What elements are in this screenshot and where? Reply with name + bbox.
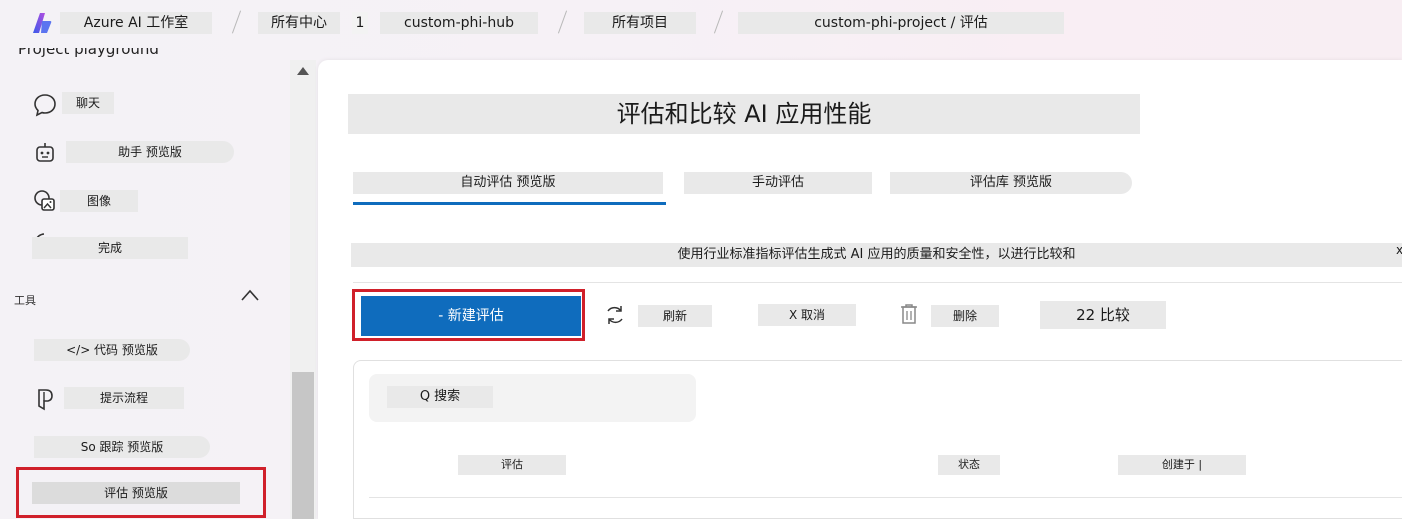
tab-manual-evaluation[interactable]: 手动评估 <box>684 172 872 194</box>
cancel-button[interactable]: X 取消 <box>758 304 856 326</box>
highlight-box-evaluation <box>16 467 266 518</box>
sidebar-item-code[interactable]: </> 代码 预览版 <box>0 330 270 370</box>
sidebar-item-label: So 跟踪 预览版 <box>34 436 210 458</box>
highlight-box-new-evaluation <box>352 289 585 341</box>
refresh-icon[interactable] <box>604 303 626 327</box>
column-header-created[interactable]: 创建于 | <box>1118 455 1246 475</box>
hub-count-badge: 1 <box>352 12 368 34</box>
evaluations-table: Q 搜索 评估 状态 创建于 | <box>353 360 1402 519</box>
sidebar-item-label: 图像 <box>60 190 138 212</box>
description-banner: 使用行业标准指标评估生成式 AI 应用的质量和安全性，以进行比较和 <box>351 243 1402 267</box>
refresh-button[interactable]: 刷新 <box>638 305 712 327</box>
delete-button[interactable]: 删除 <box>931 305 999 327</box>
search-input[interactable]: Q 搜索 <box>387 386 493 408</box>
sidebar-item-label: 聊天 <box>62 92 114 114</box>
breadcrumb-separator <box>557 10 568 34</box>
azure-ai-logo-icon <box>33 13 52 33</box>
page-title: 评估和比较 AI 应用性能 <box>348 94 1140 134</box>
sidebar-item-label: </> 代码 预览版 <box>34 339 190 361</box>
app-title[interactable]: Azure AI 工作室 <box>60 12 212 34</box>
table-header-divider <box>369 497 1402 498</box>
breadcrumb-all-hubs[interactable]: 所有中心 <box>258 12 340 34</box>
column-header-status[interactable]: 状态 <box>938 455 1000 475</box>
sidebar-item-label: 提示流程 <box>64 387 184 409</box>
scroll-up-arrow-icon[interactable] <box>297 67 309 75</box>
sidebar-item-prompt-flow[interactable]: 提示流程 <box>0 378 270 418</box>
sidebar-item-completions[interactable]: 完成 <box>0 228 270 268</box>
close-banner-icon[interactable]: x <box>1396 243 1402 257</box>
breadcrumb-separator <box>231 10 242 34</box>
chat-icon <box>34 94 56 117</box>
scrollbar-thumb[interactable] <box>292 372 314 519</box>
delete-trash-icon[interactable] <box>898 302 920 326</box>
breadcrumb-separator <box>713 10 724 34</box>
sidebar-heading-truncated: Project playground <box>18 48 159 58</box>
tools-section-label: 工具 <box>14 294 36 307</box>
breadcrumb-all-projects[interactable]: 所有项目 <box>584 12 696 34</box>
tab-evaluation-library[interactable]: 评估库 预览版 <box>890 172 1132 194</box>
breadcrumb-hub[interactable]: custom-phi-hub <box>380 12 538 34</box>
sidebar: Project playground 聊天 助手 预览版 图像 完成 工具 </… <box>0 48 290 519</box>
chevron-up-icon[interactable] <box>240 288 260 302</box>
column-header-evaluation[interactable]: 评估 <box>458 455 566 475</box>
top-bar: Azure AI 工作室 所有中心 1 custom-phi-hub 所有项目 … <box>0 0 1402 48</box>
tab-automated-evaluation[interactable]: 自动评估 预览版 <box>353 172 663 194</box>
search-box[interactable]: Q 搜索 <box>369 374 696 422</box>
compare-button[interactable]: 22 比较 <box>1040 301 1166 329</box>
breadcrumb-project[interactable]: custom-phi-project / 评估 <box>738 12 1064 34</box>
image-icon <box>34 190 55 211</box>
sidebar-item-assistant[interactable]: 助手 预览版 <box>0 132 270 172</box>
active-tab-indicator <box>353 202 666 205</box>
sidebar-item-chat[interactable]: 聊天 <box>0 84 270 124</box>
sidebar-item-label: 完成 <box>32 237 188 259</box>
prompt-flow-icon <box>38 389 53 411</box>
sidebar-item-tracing[interactable]: So 跟踪 预览版 <box>0 426 270 466</box>
toolbar-divider <box>353 282 1402 283</box>
sidebar-item-images[interactable]: 图像 <box>0 180 270 220</box>
sidebar-item-label: 助手 预览版 <box>66 141 234 163</box>
assistant-bot-icon <box>36 143 54 162</box>
